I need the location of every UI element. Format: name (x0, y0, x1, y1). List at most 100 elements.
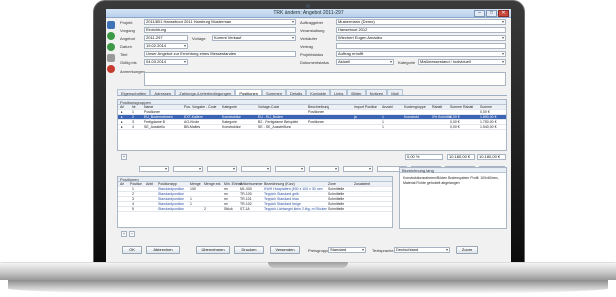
field-label-auftraggeber: Auftraggeber (300, 20, 324, 25)
laptop-shadow (8, 280, 608, 294)
tab-links[interactable]: Links (330, 89, 348, 96)
filter-select[interactable] (275, 166, 305, 172)
table-cell: 1.540,00 € (480, 125, 497, 129)
filter-select[interactable] (207, 166, 237, 172)
delete-icon[interactable] (107, 65, 115, 73)
filter-select[interactable] (173, 166, 203, 172)
maximize-button[interactable]: □ (486, 10, 497, 17)
save-icon[interactable] (107, 21, 115, 29)
filter-select[interactable] (139, 166, 169, 172)
laptop-notch (268, 262, 348, 268)
list-cell: Stück (224, 207, 233, 211)
filter-select[interactable] (241, 166, 271, 172)
list-cell: 5 (132, 207, 134, 211)
filter-select[interactable] (309, 166, 339, 172)
list-cell: ST-1A (240, 207, 250, 211)
tab-mail[interactable]: Mail (387, 89, 403, 96)
language-select[interactable]: Deutschland (394, 247, 450, 253)
veranstaltung-field[interactable]: Hanseboot 2012 (336, 27, 506, 33)
titel-field[interactable]: Unser Angebot zur Errichtung eines Messe… (144, 51, 296, 57)
table-cell: SE - SE_Ausstellfund (258, 125, 292, 129)
total-discount-field: 0,00 % (405, 154, 443, 160)
tab-notizen[interactable]: Notizen (365, 89, 388, 96)
field-label-datum: Datum (120, 44, 132, 49)
window-title: TRK ändern: Angebot 2011-297 (273, 10, 344, 16)
cancel-button[interactable]: Abbrechen (146, 246, 180, 254)
field-label-vorlage: Vorlage (192, 36, 206, 41)
positionsgruppen-grid: Positionsgruppen Art Nr. Name Pos. Vorga… (117, 99, 507, 151)
tab-bilder[interactable]: Bilder (347, 89, 366, 96)
list-cell: 2 (204, 207, 206, 211)
copy-icon[interactable] (107, 43, 115, 51)
pricegroup-label: Preisgruppe (308, 248, 330, 253)
dialog-footer: OK Abbrechen Übernehmen Drucken Versende… (106, 242, 511, 258)
description-text[interactable]: Konstruktionsrahmen/Böden Bodensystem Pr… (403, 176, 505, 185)
datum-field[interactable]: 19.02.2014 (144, 43, 188, 49)
list-cell: Standardposition (158, 207, 185, 211)
print-icon[interactable] (107, 54, 115, 62)
table-cell: SE_Ausstellu (144, 125, 165, 129)
refresh-icon[interactable] (107, 32, 115, 40)
row-expander-icon[interactable]: ▸ (121, 125, 123, 130)
pricegroup-select[interactable]: Standard (328, 247, 366, 253)
add-row-icon[interactable]: + (121, 154, 127, 160)
gueltig-bis-field[interactable]: 04.03.2014 (144, 59, 188, 65)
table-cell: 0,00 € (450, 125, 460, 129)
table-cell: BB-Maltes (184, 125, 201, 129)
tab-zahlungsbedingungen[interactable]: Zahlungs-/Lieferbedingungen (175, 89, 236, 96)
field-label-dokumentstatus: Dokumentstatus (300, 60, 329, 65)
print-button[interactable]: Drucken (234, 246, 264, 254)
remove-icon[interactable]: − (129, 231, 135, 237)
field-label-veranstaltung: Veranstaltung (300, 28, 325, 33)
tab-details[interactable]: Details (286, 89, 307, 96)
window-titlebar[interactable]: TRK ändern: Angebot 2011-297 – □ ✕ (106, 9, 511, 18)
ok-button[interactable]: OK (122, 246, 142, 254)
vorgang-field[interactable]: Einrichtung (144, 27, 296, 33)
projekt-field[interactable]: 2011/801 Hanseboot 2011 Hamburg Musterma… (144, 19, 296, 25)
vertrag-field[interactable] (336, 43, 506, 49)
side-toolbar (107, 21, 117, 76)
field-label-gueltig: Gültig bis (120, 60, 137, 65)
tab-eigenschaften[interactable]: Eigenschaften (117, 89, 151, 96)
projektstatus-field[interactable]: Auftrag erhofft (336, 51, 506, 57)
tab-adressen[interactable]: Adressen (150, 89, 176, 96)
auftraggeber-field[interactable]: Mustermann (Demo) (336, 19, 506, 25)
list-item[interactable]: 5 Standardposition 2 Stück ST-1A Teppich Lich… (118, 207, 392, 212)
field-label-angebot: Angebot (120, 36, 135, 41)
app-window: TRK ändern: Angebot 2011-297 – □ ✕ Proje… (106, 9, 511, 262)
language-label: Textsprache (372, 248, 394, 253)
close-button[interactable]: ✕ (498, 10, 509, 17)
table-cell: 4 (132, 125, 134, 129)
send-button[interactable]: Versenden (270, 246, 300, 254)
vorlage-select[interactable]: Kommt Verkauf (212, 35, 296, 41)
angebot-field[interactable]: 2011-297 (144, 35, 188, 41)
verkaeufer-field[interactable]: Wiechert Eugen Amadeo (336, 35, 506, 41)
description-panel: Bezeichnung lang Konstruktionsrahmen/Böd… (399, 167, 507, 229)
table-cell: 1 (382, 125, 384, 129)
list-cell: Teppich Lichtsegel klein 2-fkg, m Rücken (264, 207, 328, 211)
total-sum-field: 10.180,00 € (447, 154, 475, 160)
anmerkungen-field[interactable] (144, 72, 506, 86)
table-row[interactable]: ▸ 4 SE_Ausstellu BB-Maltes Konstruktion SE - … (118, 125, 506, 130)
field-label-anmerkungen: Anmerkungen (120, 69, 145, 74)
field-label-verkaeufer: Verkäufer (300, 36, 318, 41)
field-label-titel: Titel (120, 52, 128, 57)
apply-button[interactable]: Übernehmen (196, 246, 230, 254)
zoom-button[interactable]: Zoom (456, 246, 478, 254)
dokumentstatus-select[interactable]: Aktuell (336, 59, 394, 65)
minimize-button[interactable]: – (474, 10, 485, 17)
tab-positionen[interactable]: Positionen (235, 89, 262, 96)
add-icon[interactable]: + (121, 231, 127, 237)
totals-bar: + 0,00 % 10.180,00 € 10.180,00 € (117, 153, 507, 161)
tab-summen[interactable]: Summen (262, 89, 287, 96)
sub-toolbar: + − (117, 230, 507, 238)
field-label-vertrag: Vertrag (300, 44, 313, 49)
field-label-projektstatus: Projektstatus (300, 52, 324, 57)
tab-bar: Eigenschaften Adressen Zahlungs-/Lieferb… (117, 89, 507, 96)
field-label-projekt: Projekt (120, 20, 133, 25)
filter-select[interactable] (343, 166, 373, 172)
description-title: Bezeichnung lang (400, 168, 506, 173)
table-cell: Konstruktion (222, 125, 242, 129)
kategorie-select[interactable]: Maßmessestand / Individuell (418, 59, 506, 65)
tab-kontakte[interactable]: Kontakte (306, 89, 331, 96)
